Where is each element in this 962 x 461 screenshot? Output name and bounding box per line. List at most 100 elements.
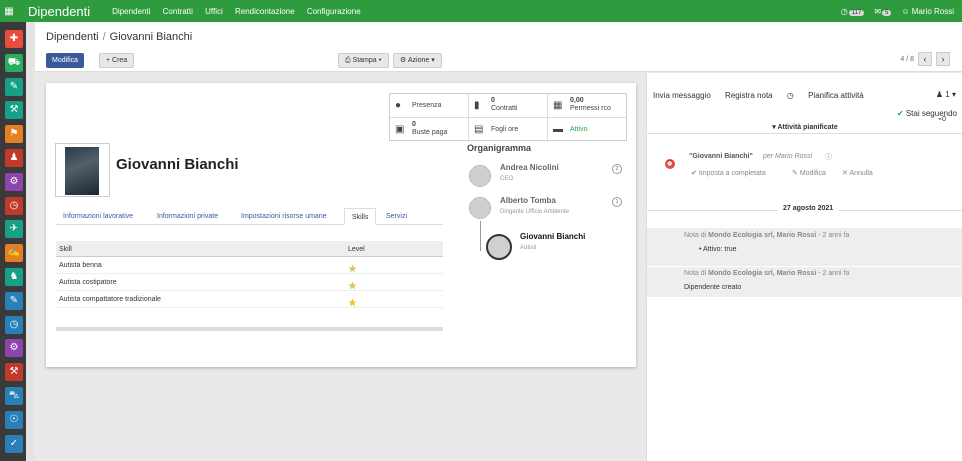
cancel-activity-button[interactable]: ✕ Annulla xyxy=(842,169,873,177)
message-author[interactable]: Mondo Ecologia srl, Mario Rossi xyxy=(708,270,816,277)
message-prefix: Nota di xyxy=(684,232,707,239)
schedule-activity-button[interactable]: ◷ Pianifica attività xyxy=(787,91,876,100)
breadcrumb-parent[interactable]: Dipendenti xyxy=(46,31,99,43)
main-menu: Dipendenti Contratti Uffici Rendicontazi… xyxy=(112,7,370,16)
attachments-button[interactable]: ⌁0 xyxy=(938,115,946,123)
menu-item-configurazione[interactable]: Configurazione xyxy=(307,7,361,16)
pager-next-button[interactable]: › xyxy=(936,52,950,66)
active-toggle-button[interactable]: ▬ Attivo xyxy=(548,118,627,142)
create-button-label: Crea xyxy=(112,57,128,64)
star-filled-icon[interactable]: ★ xyxy=(348,298,357,309)
user-name: Mario Rossi xyxy=(911,6,954,16)
subordinates-count[interactable]: 1 xyxy=(612,197,622,207)
edit-button[interactable]: Modifica xyxy=(46,53,85,68)
breadcrumb-separator: / xyxy=(102,31,106,43)
payslips-button[interactable]: ▣ 0 Buste paga xyxy=(390,118,469,142)
table-row[interactable]: Autista costipatore ★ ☆ ☆ xyxy=(56,274,443,292)
pager: 4 / 8 ‹ › xyxy=(900,52,950,66)
org-chart: Organigramma Andrea Nicolini CEO 2 Alber… xyxy=(467,143,632,260)
sidebar-app-icon[interactable]: ✓ xyxy=(5,434,23,453)
sidebar-app-icon[interactable]: ✍ xyxy=(5,244,23,263)
mark-done-label: Imposta a completata xyxy=(698,170,766,177)
info-icon[interactable]: ⓘ xyxy=(825,152,832,162)
sidebar-app-icon[interactable]: ♞ xyxy=(5,268,23,286)
menu-item-dipendenti[interactable]: Dipendenti xyxy=(112,7,150,16)
tab-informazioni-private[interactable]: Informazioni private xyxy=(150,208,225,225)
messaging-systray[interactable]: ✉ 5 xyxy=(874,7,892,16)
planned-activities-toggle[interactable]: ▾ Attività pianificate xyxy=(647,123,962,131)
action-dropdown[interactable]: ⚙ Azione ▾ xyxy=(393,53,442,68)
create-button[interactable]: + Crea xyxy=(99,53,135,68)
permits-button[interactable]: ▦ 0,00 Permessi rco xyxy=(548,94,627,118)
menu-item-contratti[interactable]: Contratti xyxy=(163,7,193,16)
activity-systray[interactable]: ◷ 117 xyxy=(841,7,865,16)
table-row[interactable]: Autista benna ★ ☆ ☆ xyxy=(56,257,443,275)
avatar xyxy=(657,236,675,250)
org-node-manager[interactable]: Andrea Nicolini CEO 2 xyxy=(467,161,632,191)
org-node-job: Autisti xyxy=(520,245,537,251)
subordinates-count[interactable]: 2 xyxy=(612,164,622,174)
sidebar-app-icon[interactable]: ⚒ xyxy=(5,363,23,382)
level-column-header[interactable]: Level xyxy=(348,246,365,253)
menu-item-uffici[interactable]: Uffici xyxy=(205,7,223,16)
sidebar-app-icon[interactable]: ◷ xyxy=(5,196,23,215)
tab-informazioni-lavorative[interactable]: Informazioni lavorative xyxy=(56,208,140,225)
contracts-button[interactable]: ▮ 0 Contratti xyxy=(469,94,548,118)
edit-activity-label: Modifica xyxy=(799,170,826,177)
employee-name[interactable]: Giovanni Bianchi xyxy=(116,156,239,173)
table-horizontal-scrollbar[interactable] xyxy=(56,327,443,331)
org-chart-title: Organigramma xyxy=(467,143,532,153)
presence-button[interactable]: ● Presenza xyxy=(390,94,469,118)
print-dropdown[interactable]: ⎙ Stampa ▾ xyxy=(338,53,389,68)
log-note-button[interactable]: Registra nota xyxy=(725,91,773,100)
activity-badge: 117 xyxy=(848,9,865,16)
skill-name: Autista benna xyxy=(59,262,102,269)
message-header: Nota di Mondo Ecologia srl, Mario Rossi … xyxy=(684,232,849,239)
tab-skills[interactable]: Skills xyxy=(344,208,377,225)
org-node-manager[interactable]: Alberto Tomba Dirigente Ufficio Ambiente… xyxy=(467,194,632,224)
skill-column-header[interactable]: Skill xyxy=(59,246,72,253)
avatar xyxy=(486,234,512,260)
sidebar-app-icon[interactable]: ✎ xyxy=(5,77,23,96)
table-row[interactable]: Autista compattatore tradizionale ★ ★ ★ xyxy=(56,291,443,309)
employee-photo[interactable] xyxy=(55,143,110,197)
activity-assignee: per Mario Rossi xyxy=(763,153,813,160)
calendar-icon: ▦ xyxy=(553,100,563,111)
chatter-panel: Invia messaggio Registra nota ◷ Pianific… xyxy=(646,73,962,461)
permits-label: Permessi rco xyxy=(570,105,611,112)
sidebar-app-icon[interactable]: ⛍ xyxy=(5,387,23,405)
pager-previous-button[interactable]: ‹ xyxy=(918,52,932,66)
edit-activity-button[interactable]: ✎ Modifica xyxy=(792,169,826,177)
sidebar-app-icon[interactable]: ✈ xyxy=(5,220,23,239)
avatar: ⏰ xyxy=(657,151,675,169)
mark-done-button[interactable]: ✔ Imposta a completata xyxy=(691,169,766,177)
pager-value[interactable]: 4 / 8 xyxy=(900,56,914,63)
message-time: - 2 anni fa xyxy=(818,270,850,277)
timesheets-button[interactable]: ▤ Fogli ore xyxy=(469,118,548,142)
sidebar-app-icon[interactable]: ⛟ xyxy=(5,53,23,72)
sidebar-app-icon[interactable]: ⚙ xyxy=(5,172,23,191)
sidebar-app-icon[interactable]: ⚙ xyxy=(5,339,23,358)
sidebar-app-icon[interactable]: ♟ xyxy=(5,149,23,167)
contracts-icon: ▮ xyxy=(474,100,480,111)
sidebar-app-icon[interactable]: ◷ xyxy=(5,315,23,334)
tab-servizi[interactable]: Servizi xyxy=(379,208,414,225)
apps-menu-icon[interactable]: ▦ xyxy=(0,6,18,17)
menu-item-rendicontazione[interactable]: Rendicontazione xyxy=(235,7,295,16)
sidebar-app-icon[interactable]: ⚑ xyxy=(5,125,23,144)
user-menu[interactable]: ☺ Mario Rossi xyxy=(901,7,954,16)
sidebar-app-icon[interactable]: ⚒ xyxy=(5,101,23,120)
send-message-button[interactable]: Invia messaggio xyxy=(653,91,711,100)
app-title[interactable]: Dipendenti xyxy=(28,4,90,19)
followers-button[interactable]: ♟ 1 ▾ xyxy=(936,90,956,99)
follow-toggle[interactable]: ✔ Stai seguendo xyxy=(897,109,957,118)
sidebar-app-icon[interactable]: ✎ xyxy=(5,291,23,310)
sidebar-app-icon[interactable]: ☉ xyxy=(5,410,23,429)
top-navbar: ▦ Dipendenti Dipendenti Contratti Uffici… xyxy=(0,0,962,22)
systray: ◷ 117 ✉ 5 ☺ Mario Rossi xyxy=(841,0,954,22)
payslips-value: 0 xyxy=(412,121,416,128)
message-author[interactable]: Mondo Ecologia srl, Mario Rossi xyxy=(708,232,816,239)
sidebar-app-icon[interactable]: ✚ xyxy=(5,30,23,48)
org-node-job: CEO xyxy=(500,176,514,182)
tab-impostazioni-risorse-umane[interactable]: Impostazioni risorse umane xyxy=(234,208,334,225)
